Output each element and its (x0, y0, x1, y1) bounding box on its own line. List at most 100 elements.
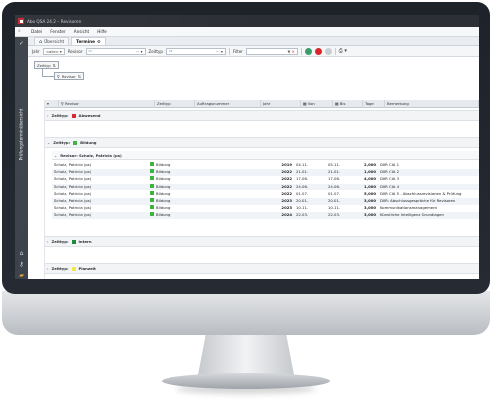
group-chip-revisor[interactable]: ⚲ Revisor ⇅ (54, 72, 84, 80)
group-chip-label: Zeittyp (37, 62, 51, 68)
cancel-icon[interactable] (314, 47, 322, 55)
group-spacer (45, 122, 479, 136)
cell-revisor: Scholz, Patricia (ps) (54, 205, 92, 211)
filter-combo[interactable]: ▼ ✕ (245, 47, 298, 55)
color-swatch (150, 212, 154, 217)
filter-toolbar: Jahr <alle> ▾ Revisor "" ⋯ ▾ Zeittyp "" … (28, 46, 479, 57)
group-value: Planzeit (78, 266, 96, 271)
collapse-icon[interactable]: ⌄ (54, 153, 57, 158)
color-swatch (71, 266, 76, 271)
refresh-icon[interactable] (304, 47, 312, 55)
group-chip-label: Revisor (61, 73, 76, 79)
cell-jahr: 2022 (281, 190, 292, 196)
app-logo-icon (18, 18, 24, 24)
table-row[interactable]: Scholz, Patricia (ps) Bildung 2023 20.01. 20… (52, 198, 479, 205)
window-title: Abo QSA 24.2 – Revisoren (27, 18, 82, 24)
table-row[interactable]: Scholz, Patricia (ps) Bildung 2022 21.01. 21… (52, 169, 479, 176)
cell-bemerkung: DIIR CIA 3 (380, 176, 399, 182)
cell-text: Bildung (156, 183, 171, 189)
collapse-icon[interactable]: ⌄ (47, 140, 50, 145)
col-bis[interactable]: ▦ Bis (333, 100, 363, 108)
cell-zeittyp: Bildung (148, 212, 188, 219)
zeittyp-combo[interactable]: "" ⋯ ▾ (165, 47, 226, 55)
toolbar-separator (334, 47, 336, 55)
cell-auftragsnummer (188, 176, 254, 183)
menu-hilfe[interactable]: Hilfe (97, 29, 107, 34)
cell-bemerkung: Künstliche Intelligenz Grundlagen (380, 212, 444, 218)
grid-row-gutter (28, 100, 45, 279)
window-titlebar: Abo QSA 24.2 – Revisoren (15, 15, 479, 27)
cell-bis: 17.06. (328, 176, 341, 182)
cell-revisor: Scholz, Patricia (ps) (54, 190, 92, 196)
pin-icon[interactable]: ✓ (18, 40, 25, 47)
menu-datei[interactable]: Datei (31, 29, 42, 34)
group-row-planzeit[interactable]: › Zeittyp: Planzeit (45, 263, 479, 274)
color-swatch (73, 140, 78, 145)
home-icon[interactable]: ⌂ (18, 250, 25, 257)
cell-auftragsnummer (188, 169, 254, 176)
cell-text: Bildung (156, 205, 171, 211)
col-bemerkung[interactable]: Bemerkung (385, 100, 479, 108)
cell-auftragsnummer (188, 184, 254, 191)
col-tage[interactable]: Tage (363, 100, 385, 108)
table-row[interactable]: Scholz, Patricia (ps) Bildung 2022 17.06. 17… (52, 176, 479, 183)
cell-jahr: 2023 (281, 205, 292, 211)
main-panel: ⌂ Übersicht Termine ⚙ Jahr <alle> ▾ Revi… (28, 37, 479, 279)
home-icon: ⌂ (39, 38, 43, 45)
cell-bemerkung: DIIR CIA 4 (380, 183, 399, 189)
col-zeittyp[interactable]: Zeittyp (155, 100, 195, 108)
group-row-intern[interactable]: › Zeittyp: Intern (45, 236, 479, 247)
menu-fenster[interactable]: Fenster (50, 29, 66, 34)
table-row[interactable]: Scholz, Patricia (ps) Bildung 2024 22.03. 22… (52, 212, 479, 220)
expand-all-icon[interactable]: ▾ (45, 100, 59, 108)
cell-von: 10.11. (296, 205, 309, 211)
color-swatch (150, 162, 154, 166)
cell-bis: 20.01. (328, 198, 341, 203)
cell-text: Bildung (156, 176, 171, 182)
table-row[interactable]: Scholz, Patricia (ps) Bildung 2022 01.07. 01… (52, 190, 479, 198)
cell-jahr: 2022 (281, 176, 292, 182)
cell-jahr: 2022 (281, 169, 292, 175)
print-icon[interactable]: ⎙ ▾ (339, 48, 347, 54)
expand-icon[interactable]: › (47, 239, 49, 244)
table-row[interactable]: Scholz, Patricia (ps) Bildung 2019 04.11. 05… (52, 162, 479, 169)
cell-von: 21.01. (296, 169, 309, 175)
monitor-bezel: Abo QSA 24.2 – Revisoren ⌕ Datei Fenster… (2, 2, 490, 294)
group-connector (42, 69, 54, 77)
group-row-revisor[interactable]: ⌄ Revisor: Scholz, Patricia (ps) (52, 151, 479, 160)
cell-von: 17.06. (296, 176, 309, 182)
search-icon[interactable]: ⌕ (18, 28, 21, 34)
funnel-icon: ▼ ✕ (287, 48, 295, 54)
cell-revisor: Scholz, Patricia (ps) (54, 169, 92, 175)
col-von[interactable]: ▦ Von (301, 100, 333, 108)
settings-icon[interactable]: ⚙ (97, 39, 101, 44)
clear-and-chevron-icon: ⋯ ▾ (215, 48, 223, 54)
col-von-label: Von (307, 101, 315, 106)
clear-icon[interactable] (324, 47, 332, 55)
expand-icon[interactable]: › (47, 266, 49, 271)
folder-icon[interactable]: ▰ (18, 272, 25, 279)
group-chip-zeittyp[interactable]: Zeittyp ⇅ (34, 61, 59, 69)
tab-uebersicht[interactable]: ⌂ Übersicht (34, 37, 70, 45)
revisor-combo[interactable]: "" ⋯ ▾ (85, 47, 146, 55)
col-auftragsnummer[interactable]: Auftragsnummer (195, 100, 261, 108)
group-row-bildung[interactable]: ⌄ Zeittyp: Bildung (45, 137, 479, 148)
cell-zeittyp: Bildung (148, 176, 188, 183)
cell-tage: 4,000 (363, 176, 376, 182)
cell-auftragsnummer (188, 162, 254, 169)
menu-ansicht[interactable]: Ansicht (74, 29, 89, 34)
col-jahr[interactable]: Jahr (261, 100, 301, 108)
tab-termine[interactable]: Termine ⚙ (71, 37, 106, 45)
jahr-combo[interactable]: <alle> ▾ (42, 47, 65, 55)
cell-zeittyp: Bildung (148, 190, 188, 198)
table-row[interactable]: Scholz, Patricia (ps) Bildung 2022 24.06. 24… (52, 183, 479, 191)
termine-grid: ▾ ⚲ Revisor Zeittyp Auftragsnummer Jahr … (45, 100, 479, 279)
key-icon[interactable]: ⚷ (18, 261, 25, 268)
col-revisor[interactable]: ⚲ Revisor (59, 100, 155, 108)
group-row-abwesend[interactable]: › Zeittyp: Abwesend (45, 110, 479, 121)
table-row[interactable]: Scholz, Patricia (ps) Bildung 2023 10.11. 10… (52, 205, 479, 212)
col-bis-label: Bis (339, 101, 346, 106)
group-by-panel: Zeittyp ⇅ ⚲ Revisor ⇅ (28, 57, 479, 101)
cell-text: Bildung (156, 162, 171, 167)
expand-icon[interactable]: › (47, 113, 49, 118)
